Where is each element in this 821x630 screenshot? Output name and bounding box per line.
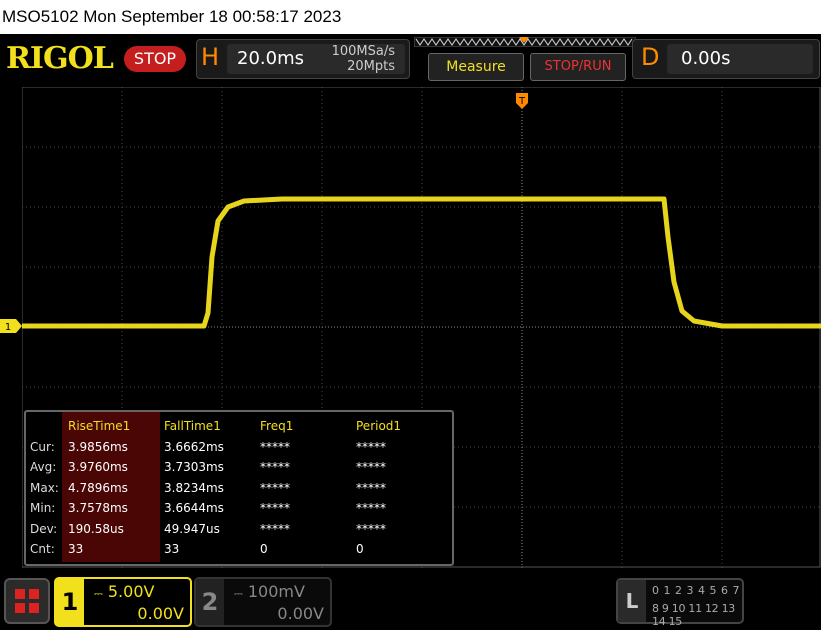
table-cell: 4.7896ms — [68, 480, 128, 495]
grid-menu-icon — [15, 589, 39, 613]
table-cell: ***** — [356, 439, 386, 454]
channel-2-offset: 0.00V — [277, 604, 324, 623]
table-row: Dev: 190.58us 49.947us ***** ***** — [26, 519, 448, 540]
channel-2-scale-value: 100mV — [247, 582, 305, 601]
table-cell: 3.7578ms — [68, 501, 128, 516]
sample-rate: 100MSa/s — [331, 44, 395, 59]
table-cell: ***** — [260, 480, 290, 495]
table-row: Max: 4.7896ms 3.8234ms ***** ***** — [26, 478, 448, 499]
table-row: Cur: 3.9856ms 3.6662ms ***** ***** — [26, 437, 448, 458]
measurement-panel: RiseTime1 FallTime1 Freq1 Period1 Cur: 3… — [24, 410, 454, 566]
channel-2-number: 2 — [196, 579, 224, 625]
column-header[interactable]: Freq1 — [256, 416, 352, 437]
table-cell: 3.6644ms — [164, 501, 224, 516]
table-cell: 3.9856ms — [68, 439, 128, 454]
ch1-ground-marker[interactable]: 1 — [0, 319, 22, 333]
run-status-badge[interactable]: STOP — [124, 46, 186, 72]
table-cell: 3.8234ms — [164, 480, 224, 495]
table-cell: ***** — [260, 521, 290, 536]
table-cell: ***** — [260, 439, 290, 454]
dc-coupling-icon: ⎓ — [234, 587, 243, 600]
table-cell: 3.9760ms — [68, 460, 128, 475]
channel-2-scale: ⎓ 100mV — [234, 582, 305, 601]
table-row: Min: 3.7578ms 3.6644ms ***** ***** — [26, 498, 448, 519]
dc-coupling-icon: ⎓ — [94, 587, 103, 600]
ch1-trace — [22, 196, 821, 329]
sample-rate-info: 100MSa/s 20Mpts — [332, 44, 395, 74]
table-cell: ***** — [356, 480, 386, 495]
title-text: MSO5102 Mon September 18 00:58:17 2023 — [2, 7, 342, 26]
table-row: Avg: 3.9760ms 3.7303ms ***** ***** — [26, 457, 448, 478]
logic-channels-low: 0 1 2 3 4 5 6 7 — [652, 584, 740, 597]
column-header[interactable]: Period1 — [352, 416, 448, 437]
row-label: Max: — [30, 480, 59, 495]
trigger-marker-label: T — [518, 96, 526, 107]
channel-2-panel[interactable]: 2 ⎓ 100mV 0.00V — [194, 577, 332, 627]
top-bar: RIGOL STOP H 20.0ms 100MSa/s 20Mpts Meas… — [0, 34, 821, 84]
table-cell: ***** — [356, 501, 386, 516]
column-header[interactable]: FallTime1 — [160, 416, 256, 437]
column-header[interactable]: RiseTime1 — [64, 416, 160, 437]
table-row: Cnt: 33 33 0 0 — [26, 539, 448, 560]
table-cell: ***** — [260, 460, 290, 475]
table-cell: 0 — [260, 542, 268, 557]
table-cell: 33 — [68, 542, 84, 557]
table-cell: 0 — [356, 542, 364, 557]
measurement-table: RiseTime1 FallTime1 Freq1 Period1 Cur: 3… — [26, 416, 448, 560]
logic-analyzer-panel[interactable]: L 0 1 2 3 4 5 6 7 8 9 10 11 12 13 14 15 — [616, 578, 744, 628]
main-menu-button[interactable] — [4, 578, 50, 624]
timebase-value: 20.0ms — [237, 48, 304, 69]
logic-channels-high: 8 9 10 11 12 13 14 15 — [652, 602, 735, 628]
row-label: Min: — [30, 501, 56, 516]
delay-value-box[interactable]: 0.00s — [667, 44, 813, 74]
memory-position-strip — [414, 37, 636, 47]
channel-1-offset: 0.00V — [137, 604, 184, 623]
row-label: Dev: — [30, 521, 58, 536]
bottom-bar: 1 ⎓ 5.00V 0.00V 2 ⎓ 100mV 0.00V L 0 1 2 … — [0, 572, 821, 630]
title-bar: MSO5102 Mon September 18 00:58:17 2023 — [0, 0, 821, 34]
row-label: Cur: — [30, 439, 55, 454]
channel-1-panel[interactable]: 1 ⎓ 5.00V 0.00V — [54, 577, 192, 627]
table-cell: ***** — [260, 501, 290, 516]
delay-value: 0.00s — [681, 48, 731, 69]
timebase-box[interactable]: 20.0ms 100MSa/s 20Mpts — [227, 44, 405, 74]
channel-1-number: 1 — [56, 579, 84, 625]
horizontal-panel[interactable]: H 20.0ms 100MSa/s 20Mpts — [196, 39, 410, 79]
table-cell: ***** — [356, 521, 386, 536]
memory-depth: 20Mpts — [347, 59, 395, 74]
row-label: Avg: — [30, 460, 57, 475]
rigol-logo: RIGOL — [6, 41, 114, 76]
trigger-position-marker: T — [516, 93, 528, 109]
table-cell: 49.947us — [164, 521, 220, 536]
measure-button[interactable]: Measure — [428, 53, 524, 81]
delay-letter: D — [641, 43, 660, 71]
header-blank — [26, 416, 64, 437]
table-cell: ***** — [356, 460, 386, 475]
channel-1-scale-value: 5.00V — [107, 582, 155, 601]
channel-1-scale: ⎓ 5.00V — [94, 582, 154, 601]
horizontal-letter: H — [201, 43, 220, 71]
ch1-marker-label: 1 — [5, 322, 11, 333]
table-cell: 190.58us — [68, 521, 124, 536]
table-cell: 3.6662ms — [164, 439, 224, 454]
row-label: Cnt: — [30, 542, 55, 557]
logic-letter: L — [618, 580, 646, 622]
delay-panel[interactable]: D 0.00s — [632, 39, 820, 79]
table-cell: 3.7303ms — [164, 460, 224, 475]
table-cell: 33 — [164, 542, 180, 557]
stop-run-button[interactable]: STOP/RUN — [530, 53, 626, 81]
table-header-row: RiseTime1 FallTime1 Freq1 Period1 — [26, 416, 448, 437]
